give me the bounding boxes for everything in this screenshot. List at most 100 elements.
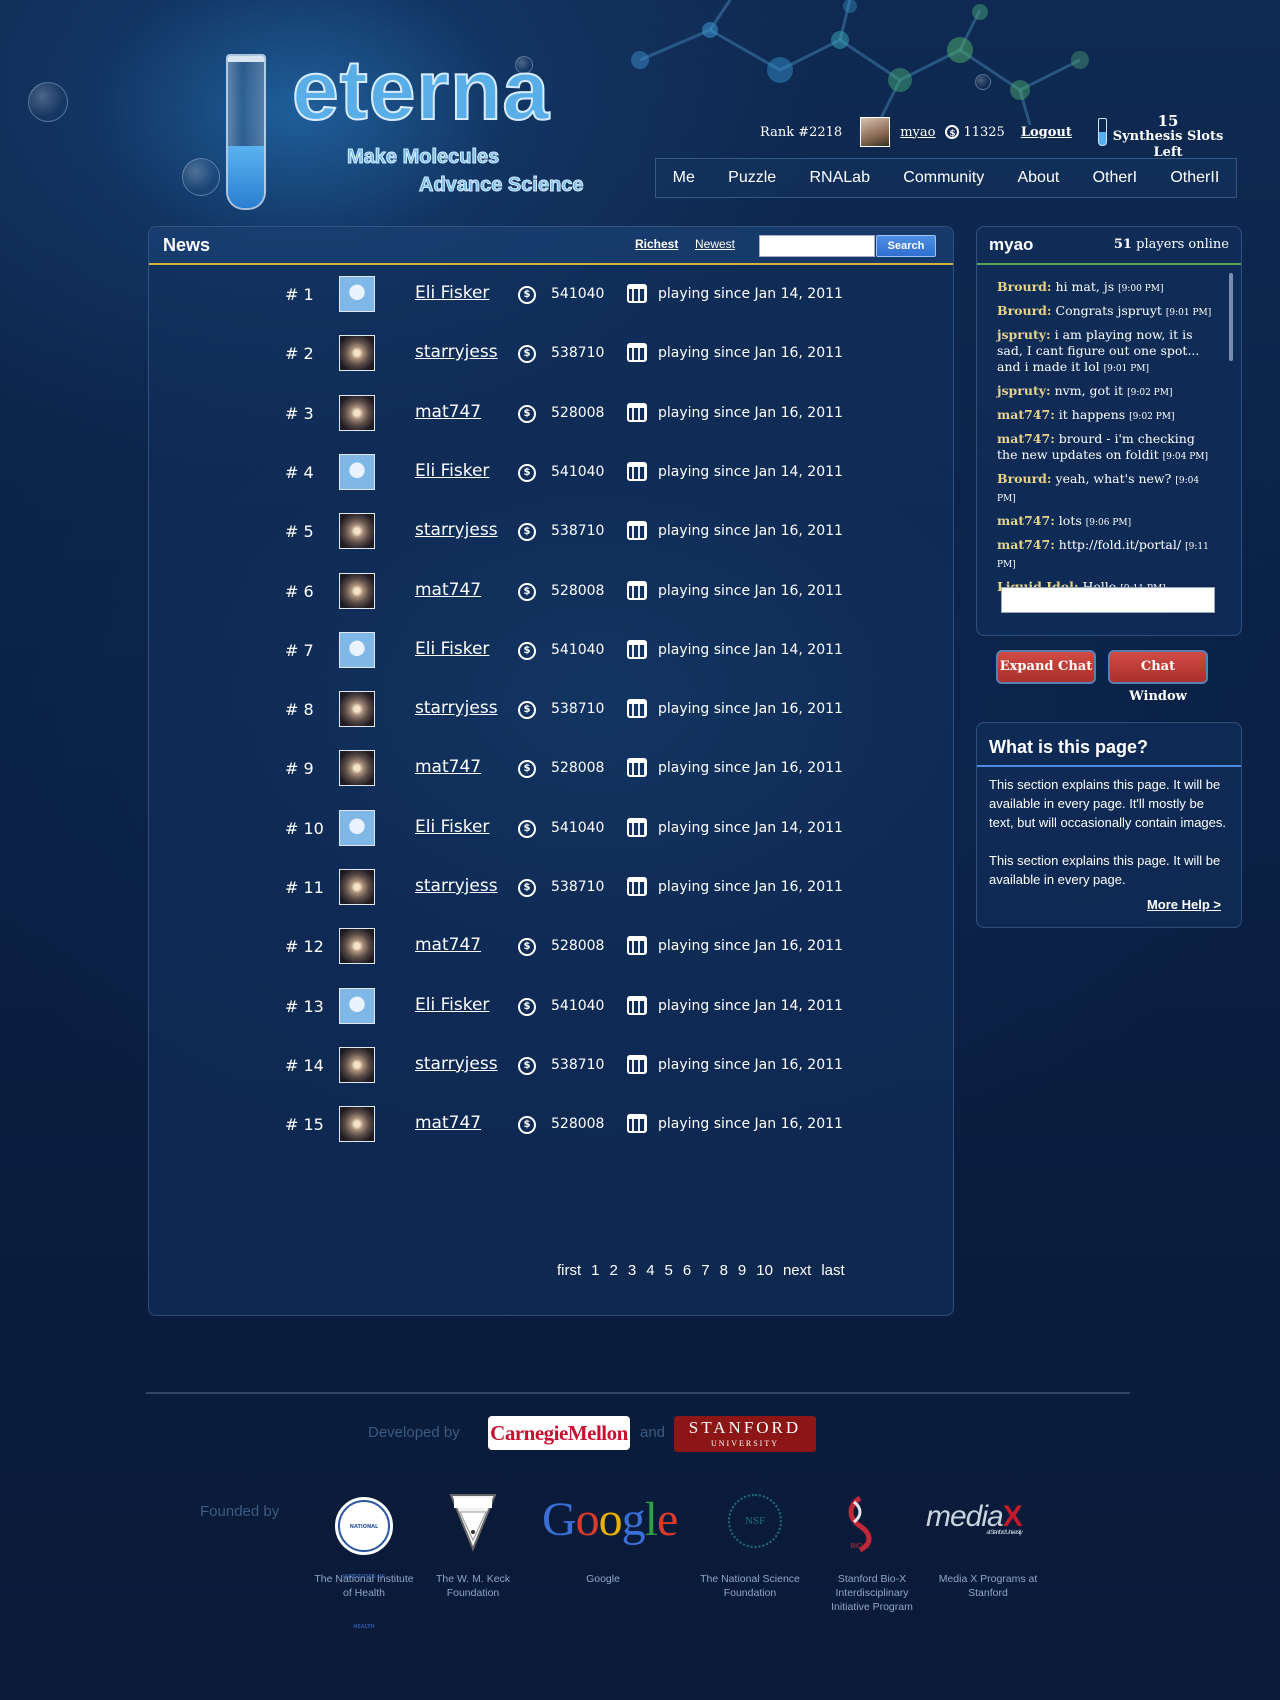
- row-username-link[interactable]: starryjess: [415, 876, 498, 896]
- pager-link[interactable]: first: [557, 1262, 581, 1279]
- chat-window-button[interactable]: Chat Window: [1108, 650, 1208, 704]
- search-button[interactable]: Search: [876, 235, 936, 257]
- row-avatar[interactable]: [339, 513, 375, 550]
- nav-other-ii[interactable]: OtherII: [1170, 169, 1219, 187]
- row-avatar[interactable]: [339, 1046, 375, 1083]
- chat-sender[interactable]: jspruty:: [997, 327, 1051, 342]
- row-username-link[interactable]: starryjess: [415, 520, 498, 540]
- nav-puzzle[interactable]: Puzzle: [728, 169, 776, 187]
- chat-sender[interactable]: Brourd:: [997, 471, 1052, 486]
- row-avatar[interactable]: [339, 276, 375, 312]
- stanford-logo[interactable]: STANFORD UNIVERSITY: [674, 1416, 816, 1452]
- row-avatar[interactable]: [339, 869, 375, 905]
- row-avatar[interactable]: [339, 631, 375, 668]
- row-avatar[interactable]: [339, 1106, 375, 1143]
- row-score: 541040: [551, 286, 605, 302]
- chat-sender[interactable]: Brourd:: [997, 279, 1052, 294]
- nav-me[interactable]: Me: [673, 169, 695, 187]
- coin-icon: $: [518, 760, 536, 779]
- pager-link[interactable]: 1: [591, 1262, 599, 1279]
- row-rank: # 6: [285, 581, 314, 601]
- chat-timestamp: [9:00 PM]: [1118, 284, 1164, 294]
- chat-sender[interactable]: mat747:: [997, 431, 1055, 446]
- nav-community[interactable]: Community: [903, 169, 984, 187]
- row-avatar[interactable]: [339, 809, 375, 846]
- row-username-link[interactable]: Eli Fisker: [415, 817, 489, 837]
- row-score: 541040: [551, 463, 605, 480]
- chat-sender[interactable]: mat747:: [997, 513, 1055, 528]
- logo-wordmark[interactable]: eterna: [291, 47, 550, 133]
- row-username-link[interactable]: mat747: [415, 580, 481, 600]
- coin-icon: $: [518, 701, 536, 720]
- news-search-input[interactable]: [759, 235, 875, 257]
- chat-sender[interactable]: jspruty:: [997, 383, 1051, 398]
- row-avatar[interactable]: [339, 394, 375, 431]
- chat-sender[interactable]: Brourd:: [997, 303, 1052, 318]
- row-username-link[interactable]: mat747: [415, 402, 481, 422]
- chat-timestamp: [9:01 PM]: [1165, 308, 1212, 318]
- google-logo[interactable]: Google: [542, 1492, 678, 1547]
- bio-x-logo[interactable]: BIO-X: [840, 1492, 880, 1552]
- sort-newest-link[interactable]: Newest: [695, 237, 735, 251]
- chat-timestamp: [9:02 PM]: [1127, 388, 1173, 398]
- leaderboard-row: # 4 Eli Fisker $541040 playing since Jan 14…: [149, 453, 953, 493]
- row-username-link[interactable]: starryjess: [415, 342, 498, 362]
- sort-richest-link[interactable]: Richest: [635, 237, 678, 251]
- chat-sender[interactable]: mat747:: [997, 537, 1055, 552]
- nav-about[interactable]: About: [1017, 169, 1059, 187]
- row-avatar[interactable]: [339, 987, 375, 1024]
- row-playing-since: playing since Jan 16, 2011: [658, 582, 843, 599]
- founded-by-label: Founded by: [200, 1503, 280, 1520]
- nav-rnalab[interactable]: RNALab: [810, 169, 870, 187]
- row-avatar[interactable]: [339, 335, 375, 372]
- calendar-icon: [627, 995, 647, 1015]
- carnegie-mellon-logo[interactable]: CarnegieMellon: [488, 1416, 630, 1450]
- pager-link[interactable]: 5: [665, 1262, 673, 1279]
- leaderboard-row: # 14 starryjess $538710 playing since Jan 1…: [149, 1046, 953, 1086]
- row-username-link[interactable]: mat747: [415, 935, 481, 955]
- pager-link[interactable]: 7: [701, 1262, 709, 1279]
- pager-link[interactable]: 2: [610, 1262, 618, 1279]
- row-avatar[interactable]: [339, 572, 375, 609]
- row-username-link[interactable]: Eli Fisker: [415, 283, 489, 303]
- nih-logo[interactable]: NATIONAL INSTITUTES OF HEALTH: [335, 1497, 393, 1630]
- synthesis-count: 15: [1157, 112, 1179, 130]
- pager-link[interactable]: 8: [720, 1262, 728, 1279]
- row-avatar[interactable]: [339, 453, 375, 490]
- chat-text: Congrats jspruyt: [1055, 303, 1162, 318]
- pager-link[interactable]: 10: [756, 1262, 773, 1279]
- user-avatar[interactable]: [860, 117, 891, 147]
- row-username-link[interactable]: Eli Fisker: [415, 639, 489, 659]
- expand-chat-button[interactable]: Expand Chat: [996, 650, 1096, 684]
- logout-link[interactable]: Logout: [1021, 125, 1072, 140]
- row-username-link[interactable]: Eli Fisker: [415, 995, 489, 1015]
- media-x-logo[interactable]: mediaX at Stanford University: [926, 1500, 1023, 1536]
- row-username-link[interactable]: mat747: [415, 1113, 481, 1133]
- pager-link[interactable]: 4: [646, 1262, 654, 1279]
- row-avatar[interactable]: [339, 750, 375, 787]
- coin-icon: $: [518, 582, 536, 601]
- row-avatar[interactable]: [339, 928, 375, 965]
- leaderboard-row: # 11 starryjess $538710 playing since Jan 1…: [149, 868, 953, 908]
- row-avatar[interactable]: [339, 691, 375, 728]
- chat-text: lots: [1058, 513, 1082, 528]
- nav-other-i[interactable]: OtherI: [1093, 169, 1137, 187]
- chat-input[interactable]: [1001, 587, 1215, 613]
- chat-timestamp: [9:04 PM]: [1162, 452, 1208, 462]
- row-username-link[interactable]: mat747: [415, 757, 481, 777]
- chat-scrollbar[interactable]: [1229, 273, 1233, 361]
- chat-sender[interactable]: mat747:: [997, 407, 1055, 422]
- row-username-link[interactable]: starryjess: [415, 1054, 498, 1074]
- keck-foundation-logo[interactable]: [448, 1492, 498, 1552]
- nsf-logo[interactable]: NSF: [728, 1494, 782, 1548]
- calendar-icon: [627, 402, 647, 422]
- pager-link[interactable]: last: [821, 1262, 844, 1279]
- row-username-link[interactable]: starryjess: [415, 698, 498, 718]
- pager-link[interactable]: 9: [738, 1262, 746, 1279]
- pager-link[interactable]: 6: [683, 1262, 691, 1279]
- more-help-link[interactable]: More Help >: [1147, 897, 1221, 912]
- username-link[interactable]: myao: [900, 125, 935, 140]
- row-username-link[interactable]: Eli Fisker: [415, 461, 489, 481]
- pager-link[interactable]: next: [783, 1262, 811, 1279]
- pager-link[interactable]: 3: [628, 1262, 636, 1279]
